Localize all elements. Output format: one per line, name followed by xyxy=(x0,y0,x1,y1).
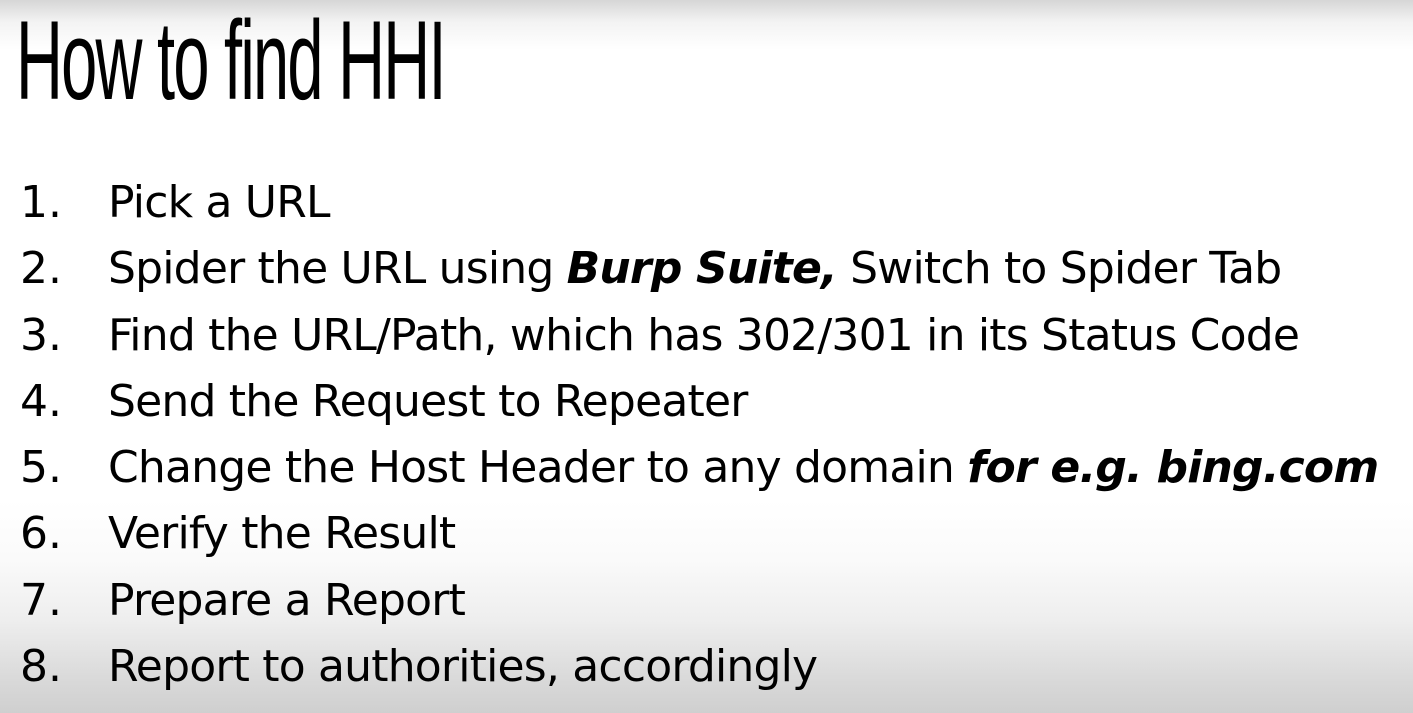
step-text: Send the Request to Repeater xyxy=(108,369,748,435)
step-text: Verify the Result xyxy=(108,501,456,567)
step-number: 1. xyxy=(20,177,62,228)
step-number: 4. xyxy=(20,375,62,427)
list-item: 1. Pick a URL xyxy=(20,170,1378,236)
list-item: 3. Find the URL/Path, which has 302/301 i… xyxy=(20,303,1378,369)
list-item: 2. Spider the URL using Burp Suite, Switc… xyxy=(20,236,1378,302)
list-item: 5. Change the Host Header to any domain f… xyxy=(20,435,1379,501)
step-text-part: Pick a URL xyxy=(108,177,331,228)
step-number: 2. xyxy=(20,243,62,295)
step-text-part: Verify the Result xyxy=(108,508,456,560)
step-text: Change the Host Header to any domain for… xyxy=(108,435,1379,501)
step-number: 6. xyxy=(20,508,62,560)
step-number: 8. xyxy=(20,641,62,693)
step-text-part: Prepare a Report xyxy=(108,574,466,626)
step-text: Report to authorities, accordingly xyxy=(108,634,818,700)
step-number: 5. xyxy=(20,442,62,494)
list-item: 6. Verify the Result xyxy=(20,501,1378,567)
step-text-part: Send the Request to Repeater xyxy=(108,375,748,427)
slide-title: How to find HHI xyxy=(16,0,447,123)
list-item: 7. Prepare a Report xyxy=(20,568,1378,634)
step-text: Pick a URL xyxy=(108,170,331,236)
steps-list: 1. Pick a URL 2. Spider the URL using Burp… xyxy=(20,170,1379,700)
step-number: 3. xyxy=(20,309,62,361)
step-text-part: Switch to Spider Tab xyxy=(836,243,1282,295)
emphasized-text: for e.g. bing.com xyxy=(967,442,1379,494)
step-text-part: Spider the URL using xyxy=(108,243,567,295)
emphasized-text: Burp Suite, xyxy=(566,243,838,295)
step-text-part: Change the Host Header to any domain xyxy=(108,442,968,494)
slide: How to find HHI 1. Pick a URL 2. Spider th… xyxy=(0,0,1413,713)
step-text: Spider the URL using Burp Suite, Switch … xyxy=(108,236,1282,302)
step-text-part: Report to authorities, accordingly xyxy=(108,641,818,693)
step-text-part: Find the URL/Path, which has 302/301 in … xyxy=(108,309,1300,361)
list-item: 4. Send the Request to Repeater xyxy=(20,369,1378,435)
list-item: 8. Report to authorities, accordingly xyxy=(20,634,1378,700)
step-number: 7. xyxy=(20,574,62,626)
step-text: Find the URL/Path, which has 302/301 in … xyxy=(108,303,1300,369)
step-text: Prepare a Report xyxy=(108,568,466,634)
